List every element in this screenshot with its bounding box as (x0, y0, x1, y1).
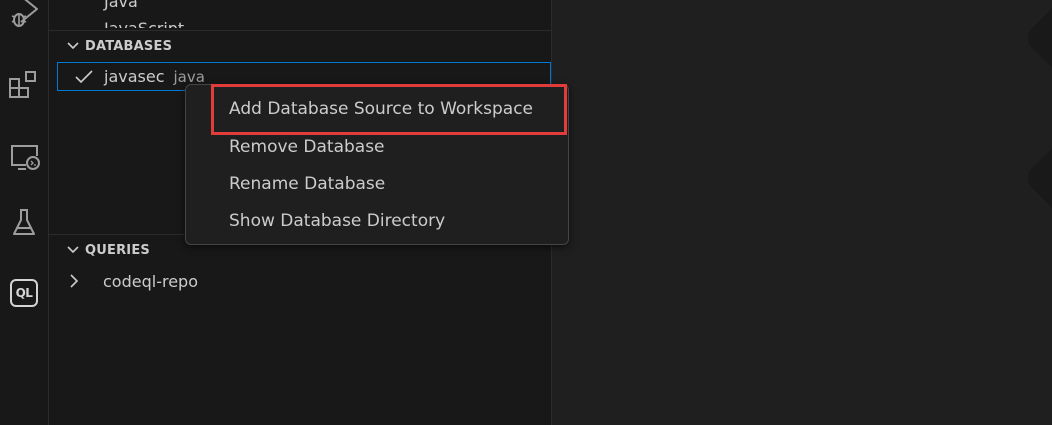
editor-watermark-shape (1028, 148, 1052, 208)
editor-area (552, 0, 1052, 425)
language-item-javascript[interactable]: JavaScript (104, 16, 184, 28)
section-divider (49, 30, 551, 31)
databases-section-title: DATABASES (85, 38, 173, 54)
chevron-down-icon (61, 246, 85, 254)
menu-item-remove-database[interactable]: Remove Database (186, 130, 568, 164)
database-language: java (173, 67, 205, 86)
query-item-label: codeql-repo (103, 271, 198, 291)
editor-watermark-shape (1028, 8, 1052, 68)
run-debug-icon[interactable] (0, 0, 48, 34)
menu-item-rename-database[interactable]: Rename Database (186, 167, 568, 201)
vscode-window: QL Java JavaScript DATABASES javasec jav… (0, 0, 1052, 425)
chevron-down-icon (61, 42, 85, 50)
testing-flask-icon[interactable] (0, 200, 48, 244)
database-name: javasec (104, 67, 165, 86)
queries-section-title: QUERIES (85, 242, 150, 258)
codeql-icon[interactable]: QL (0, 272, 48, 314)
check-icon (74, 69, 94, 85)
context-menu: Add Database Source to Workspace Remove … (185, 84, 569, 245)
extensions-icon[interactable] (0, 62, 48, 108)
remote-explorer-icon[interactable] (0, 134, 48, 178)
activity-bar: QL (0, 0, 48, 425)
databases-section-header[interactable]: DATABASES (49, 34, 551, 58)
chevron-right-icon (69, 274, 85, 288)
language-item-java[interactable]: Java (104, 0, 138, 11)
codeql-ql-label: QL (10, 279, 38, 307)
menu-item-show-database-directory[interactable]: Show Database Directory (186, 204, 568, 238)
language-item-javascript-label: JavaScript (104, 19, 184, 28)
menu-item-add-database-source[interactable]: Add Database Source to Workspace (186, 92, 568, 126)
query-item-codeql-repo[interactable]: codeql-repo (69, 268, 198, 294)
